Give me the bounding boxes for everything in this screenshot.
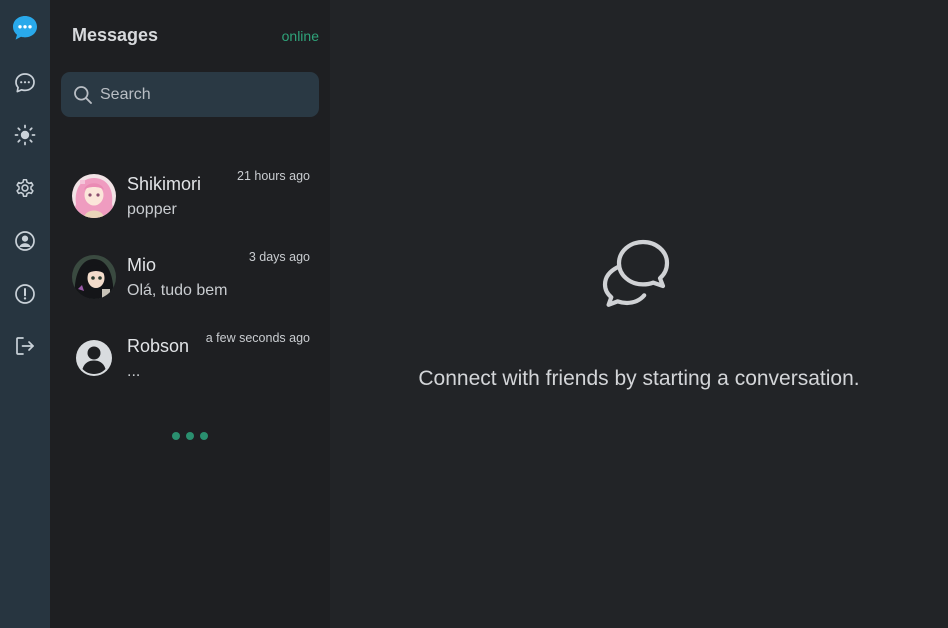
avatar bbox=[72, 174, 116, 218]
conversation-time: 3 days ago bbox=[248, 250, 310, 264]
conversation-preview: ... bbox=[127, 363, 141, 380]
icon-sidebar bbox=[0, 0, 50, 628]
sidebar-item-chats[interactable] bbox=[0, 65, 50, 101]
sidebar-item-logout[interactable] bbox=[0, 328, 50, 364]
default-user-icon bbox=[76, 340, 112, 376]
conversation-item[interactable]: Shikimori 21 hours ago popper bbox=[50, 169, 330, 246]
user-circle-icon bbox=[15, 231, 35, 251]
conversation-preview: popper bbox=[127, 201, 177, 218]
loading-dot bbox=[186, 432, 194, 440]
app: Messages online Search Shikimori 21 hour… bbox=[0, 0, 948, 628]
sun-icon bbox=[14, 124, 36, 146]
chat-bubble-icon bbox=[15, 73, 35, 93]
sidebar-item-about[interactable] bbox=[0, 276, 50, 312]
conversation-preview: Olá, tudo bem bbox=[127, 282, 228, 299]
conversation-item[interactable]: Mio 3 days ago Olá, tudo bem bbox=[50, 250, 330, 327]
conversation-item[interactable]: Robson a few seconds ago ... bbox=[50, 331, 330, 408]
online-status: online bbox=[281, 28, 319, 44]
search-input[interactable] bbox=[100, 85, 300, 104]
search-icon bbox=[74, 85, 92, 104]
sidebar-item-messages[interactable] bbox=[0, 10, 50, 46]
loading-dot bbox=[200, 432, 208, 440]
panel-title: Messages bbox=[72, 25, 159, 45]
search-box[interactable] bbox=[61, 72, 319, 117]
conversation-name: Mio bbox=[127, 255, 157, 275]
chat-area: Connect with friends by starting a conve… bbox=[330, 0, 948, 628]
sidebar-item-theme[interactable] bbox=[0, 117, 50, 153]
chat-bubbles-icon bbox=[602, 239, 670, 307]
sidebar-item-settings[interactable] bbox=[0, 170, 50, 206]
chat-bubble-filled-icon bbox=[13, 16, 37, 40]
conversation-time: a few seconds ago bbox=[205, 331, 310, 345]
conversation-name: Shikimori bbox=[127, 174, 202, 194]
loading-indicator bbox=[172, 432, 208, 440]
conversation-time: 21 hours ago bbox=[237, 169, 310, 183]
alert-circle-icon bbox=[15, 284, 35, 304]
empty-state-message: Connect with friends by starting a conve… bbox=[418, 367, 860, 390]
avatar bbox=[72, 255, 116, 299]
messages-panel: Messages online Search Shikimori 21 hour… bbox=[50, 0, 330, 628]
conversation-name: Robson bbox=[127, 336, 190, 356]
avatar bbox=[72, 336, 116, 380]
sidebar-item-profile[interactable] bbox=[0, 223, 50, 259]
logout-icon bbox=[16, 337, 34, 355]
loading-dot bbox=[172, 432, 180, 440]
gear-icon bbox=[16, 178, 34, 198]
